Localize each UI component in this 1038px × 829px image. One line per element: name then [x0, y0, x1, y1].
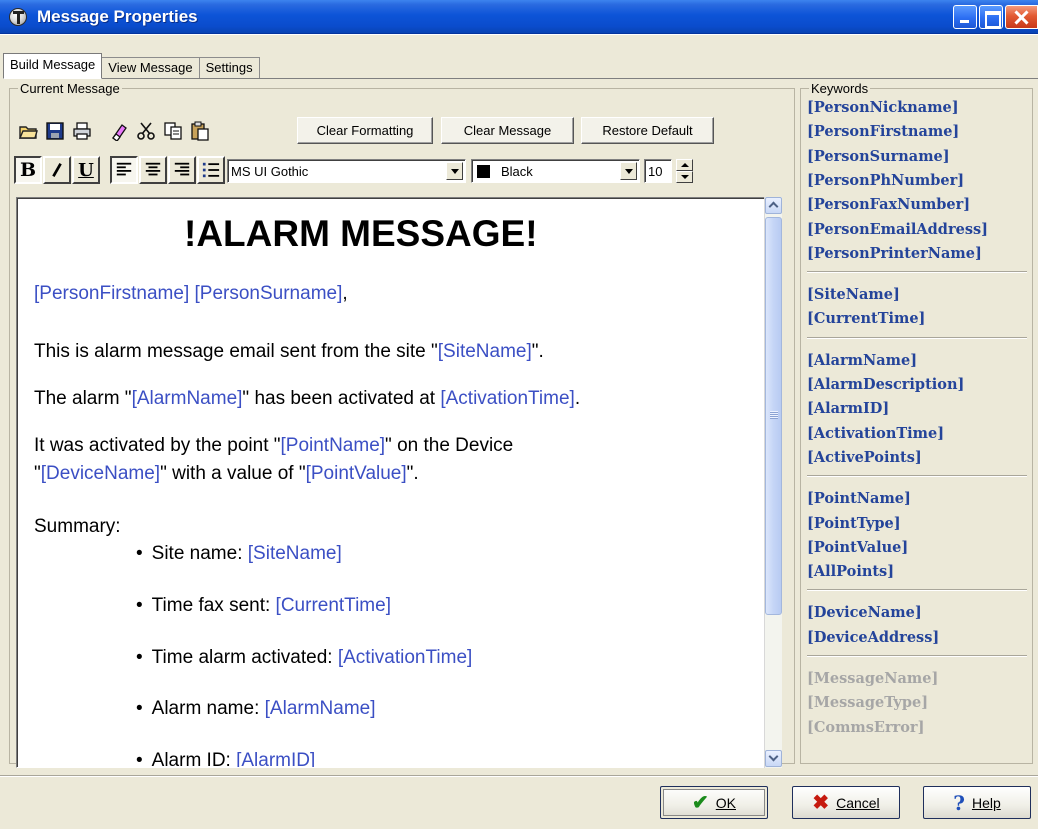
editor-scrollbar[interactable] — [764, 197, 782, 768]
keyword-item[interactable]: [PersonEmailAddress] — [807, 221, 988, 238]
keyword-item[interactable]: [DeviceAddress] — [807, 629, 939, 646]
keyword-item[interactable]: [AlarmDescription] — [807, 376, 964, 393]
keyword-separator — [807, 655, 1027, 657]
title-bar[interactable]: Message Properties — [0, 0, 1038, 34]
keyword-separator — [807, 475, 1027, 478]
keyword-item[interactable]: [PersonPrinterName] — [807, 245, 982, 262]
color-swatch — [477, 165, 490, 178]
keyword-item[interactable]: [PersonSurname] — [807, 148, 950, 165]
message-editor[interactable]: !ALARM MESSAGE! [PersonFirstname] [Perso… — [16, 197, 782, 768]
tab-panel: Current Message Clear Formatting Clear M… — [3, 78, 1038, 768]
dialog-body: Build Message View Message Settings Curr… — [0, 35, 1038, 829]
keyword-item[interactable]: [DeviceName] — [807, 604, 922, 621]
keyword-item[interactable]: [AlarmID] — [807, 400, 889, 417]
greeting-line: [PersonFirstname] [PersonSurname], — [34, 283, 348, 304]
font-select[interactable]: MS UI Gothic — [227, 159, 466, 183]
scroll-up-icon[interactable] — [765, 197, 782, 214]
keyword-separator — [807, 271, 1027, 274]
keyword-item[interactable]: [ActivationTime] — [807, 425, 944, 442]
italic-button[interactable] — [43, 156, 71, 184]
keyword-item[interactable]: [ActivePoints] — [807, 449, 922, 466]
scroll-down-icon[interactable] — [765, 750, 782, 767]
font-size-input[interactable]: 10 — [644, 159, 672, 183]
tab-view-message[interactable]: View Message — [101, 57, 200, 79]
spin-down-icon[interactable] — [676, 171, 693, 183]
help-icon: ? — [953, 790, 965, 815]
keyword-item[interactable]: [AlarmName] — [807, 352, 917, 369]
list-item: Site name: [SiteName] — [136, 543, 342, 565]
keyword-item[interactable]: [PointType] — [807, 515, 901, 532]
align-left-icon[interactable] — [110, 156, 138, 184]
tab-settings[interactable]: Settings — [198, 57, 260, 79]
keyword-item[interactable]: [MessageType] — [807, 694, 928, 711]
divider — [0, 775, 1038, 777]
align-right-icon[interactable] — [168, 156, 196, 184]
keyword-separator — [807, 336, 1027, 339]
window-title: Message Properties — [37, 7, 198, 26]
color-select[interactable]: Black — [471, 159, 640, 183]
list-item: Alarm ID: [AlarmID] — [136, 750, 316, 767]
minimize-button[interactable] — [953, 5, 977, 29]
message-title: !ALARM MESSAGE! — [184, 213, 538, 254]
close-icon: ✖ — [812, 792, 830, 814]
ok-button[interactable]: ✔ OK — [660, 786, 768, 819]
keyword-item[interactable]: [PersonFirstname] — [807, 123, 959, 140]
keyword-separator — [807, 589, 1027, 592]
scroll-thumb[interactable] — [765, 217, 782, 615]
keyword-item[interactable]: [SiteName] — [807, 286, 900, 303]
bold-button[interactable]: B — [14, 156, 42, 184]
list-item: Alarm name: [AlarmName] — [136, 698, 376, 720]
font-select-value: MS UI Gothic — [231, 164, 309, 179]
maximize-button[interactable] — [979, 5, 1003, 29]
list-item: Time fax sent: [CurrentTime] — [136, 595, 391, 617]
print-icon[interactable] — [68, 117, 95, 144]
summary-label: Summary: — [34, 516, 121, 537]
bullet-list-icon[interactable] — [197, 156, 225, 184]
cancel-button[interactable]: ✖ Cancel — [792, 786, 900, 819]
align-center-icon[interactable] — [139, 156, 167, 184]
site-line: This is alarm message email sent from th… — [34, 341, 544, 362]
color-select-value: Black — [501, 164, 533, 179]
keywords-label: Keywords — [809, 81, 871, 96]
list-item: Time alarm activated: [ActivationTime] — [136, 647, 473, 669]
underline-button[interactable]: U — [72, 156, 100, 184]
chevron-down-icon[interactable] — [620, 162, 637, 180]
keywords-group: Keywords [PersonNickname] [PersonFirstnam… — [800, 81, 1033, 764]
device-line: "[DeviceName]" with a value of "[PointVa… — [34, 463, 419, 484]
restore-default-button[interactable]: Restore Default — [581, 117, 714, 144]
point-line: It was activated by the point "[PointNam… — [34, 435, 514, 456]
clear-formatting-button[interactable]: Clear Formatting — [297, 117, 433, 144]
font-size-spinner[interactable] — [676, 159, 693, 183]
help-button[interactable]: ? Help — [923, 786, 1031, 819]
check-icon: ✔ — [692, 792, 709, 814]
app-icon — [9, 8, 27, 26]
eraser-icon[interactable] — [105, 117, 132, 144]
tab-strip: Build Message View Message Settings — [3, 53, 260, 79]
keyword-item[interactable]: [MessageName] — [807, 670, 938, 687]
keyword-item[interactable]: [PointValue] — [807, 539, 908, 556]
save-icon[interactable] — [41, 117, 68, 144]
close-button[interactable] — [1005, 5, 1038, 29]
copy-icon[interactable] — [159, 117, 186, 144]
paste-icon[interactable] — [186, 117, 213, 144]
keyword-item[interactable]: [PersonNickname] — [807, 99, 959, 116]
current-message-label: Current Message — [18, 81, 122, 96]
keyword-item[interactable]: [CurrentTime] — [807, 310, 925, 327]
spin-up-icon[interactable] — [676, 159, 693, 171]
open-folder-icon[interactable] — [14, 117, 41, 144]
keyword-item[interactable]: [PointName] — [807, 490, 911, 507]
alarm-line: The alarm "[AlarmName]" has been activat… — [34, 388, 581, 409]
keyword-item[interactable]: [PersonPhNumber] — [807, 172, 964, 189]
tab-build-message[interactable]: Build Message — [3, 53, 103, 79]
clear-message-button[interactable]: Clear Message — [441, 117, 574, 144]
keyword-item[interactable]: [CommsError] — [807, 719, 924, 736]
keyword-item[interactable]: [AllPoints] — [807, 563, 894, 580]
keyword-item[interactable]: [PersonFaxNumber] — [807, 196, 970, 213]
chevron-down-icon[interactable] — [446, 162, 463, 180]
cut-icon[interactable] — [132, 117, 159, 144]
